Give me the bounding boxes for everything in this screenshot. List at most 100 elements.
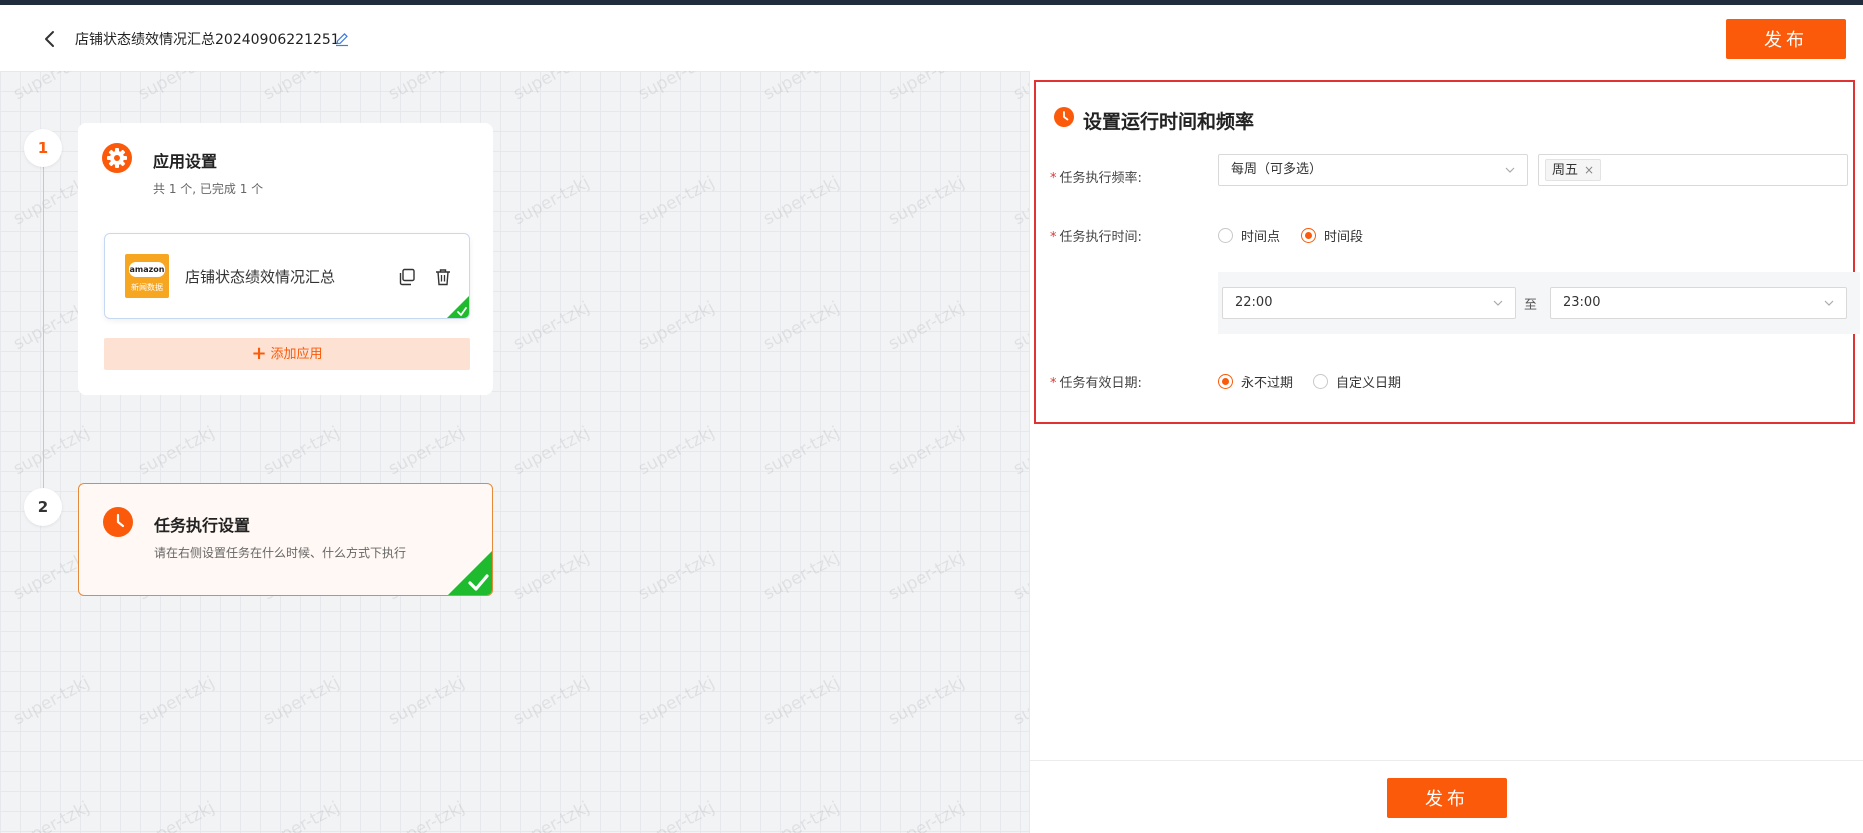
amazon-logo-subtext: 新闻数据 — [131, 283, 163, 292]
chevron-down-icon — [1505, 167, 1515, 173]
header: 店铺状态绩效情况汇总20240906221251 发布 — [0, 5, 1863, 71]
watermark-text: super-tzkj — [135, 797, 218, 833]
step-number-1: 1 — [24, 129, 62, 167]
step1-title: 应用设置 — [153, 152, 218, 171]
amazon-logo: amazon 新闻数据 — [125, 254, 169, 298]
completed-check-icon — [447, 296, 469, 318]
publish-button-bottom[interactable]: 发布 — [1387, 778, 1507, 818]
copy-icon[interactable] — [397, 267, 417, 287]
watermark-text: super-tzkj — [510, 422, 593, 480]
watermark-text: super-tzkj — [635, 297, 718, 355]
watermark-text: super-tzkj — [885, 422, 968, 480]
back-arrow-icon[interactable] — [38, 27, 62, 51]
watermark-text: super-tzkj — [885, 172, 968, 230]
weekday-multiselect[interactable]: 周五 × — [1538, 154, 1848, 186]
settings-panel: 设置运行时间和频率 * 任务执行频率: 每周（可多选） 周五 × * 任务执行时间: … — [1029, 71, 1863, 833]
step-number-2: 2 — [24, 488, 62, 526]
workflow-canvas: super-tzkj super-tzkj super-tzkj super-tzkj… — [0, 71, 1029, 833]
start-time-select[interactable]: 22:00 — [1222, 287, 1516, 319]
watermark-text: super-tzkj — [760, 172, 843, 230]
clock-icon — [103, 507, 133, 537]
watermark-text: super-tzkj — [385, 71, 468, 105]
publish-button-top[interactable]: 发布 — [1726, 19, 1846, 59]
frequency-select[interactable]: 每周（可多选） — [1218, 154, 1528, 186]
valid-date-label: * 任务有效日期: — [1050, 376, 1142, 391]
completed-check-icon-large — [447, 550, 492, 595]
footer-divider — [1030, 760, 1863, 761]
gear-icon — [102, 143, 132, 173]
watermark-text: super-tzkj — [385, 672, 468, 730]
watermark-text: super-tzkj — [1010, 672, 1029, 730]
radio-dot — [1313, 374, 1328, 389]
watermark-text: super-tzkj — [1010, 297, 1029, 355]
end-time-value: 23:00 — [1563, 295, 1601, 310]
watermark-text: super-tzkj — [385, 422, 468, 480]
radio-never-expire[interactable]: 永不过期 — [1218, 372, 1293, 391]
radio-custom-date[interactable]: 自定义日期 — [1313, 372, 1401, 391]
watermark-text: super-tzkj — [510, 297, 593, 355]
watermark-text: super-tzkj — [1010, 172, 1029, 230]
watermark-text: super-tzkj — [635, 172, 718, 230]
watermark-text: super-tzkj — [260, 797, 343, 833]
chevron-down-icon — [1493, 300, 1503, 306]
radio-time-range[interactable]: 时间段 — [1301, 226, 1363, 245]
task-execution-card[interactable]: 任务执行设置 请在右侧设置任务在什么时候、什么方式下执行 — [78, 483, 493, 596]
watermark-text: super-tzkj — [510, 547, 593, 605]
radio-dot — [1218, 228, 1233, 243]
watermark-text: super-tzkj — [635, 672, 718, 730]
page-title: 店铺状态绩效情况汇总20240906221251 — [75, 32, 340, 48]
watermark-text: super-tzkj — [885, 547, 968, 605]
exec-time-label: * 任务执行时间: — [1050, 230, 1142, 245]
watermark-text: super-tzkj — [10, 422, 93, 480]
step2-subtitle: 请在右侧设置任务在什么时候、什么方式下执行 — [154, 546, 407, 560]
watermark-text: super-tzkj — [510, 672, 593, 730]
watermark-text: super-tzkj — [1010, 547, 1029, 605]
app-settings-card[interactable]: 应用设置 共 1 个, 已完成 1 个 amazon 新闻数据 店铺状态绩效情况… — [78, 123, 493, 395]
edit-pencil-icon[interactable] — [334, 31, 350, 47]
frequency-label: * 任务执行频率: — [1050, 171, 1142, 186]
watermark-text: super-tzkj — [260, 71, 343, 105]
watermark-text: super-tzkj — [510, 797, 593, 833]
watermark-text: super-tzkj — [1010, 422, 1029, 480]
app-item[interactable]: amazon 新闻数据 店铺状态绩效情况汇总 — [104, 233, 470, 319]
watermark-text: super-tzkj — [135, 422, 218, 480]
watermark-text: super-tzkj — [1010, 797, 1029, 833]
step1-subtitle: 共 1 个, 已完成 1 个 — [153, 182, 264, 196]
trash-icon[interactable] — [433, 267, 453, 287]
watermark-text: super-tzkj — [635, 71, 718, 105]
add-app-label: 添加应用 — [270, 347, 323, 362]
add-app-button[interactable]: + 添加应用 — [104, 338, 470, 370]
radio-dot — [1218, 374, 1233, 389]
watermark-text: super-tzkj — [10, 71, 93, 105]
watermark-text: super-tzkj — [635, 422, 718, 480]
end-time-select[interactable]: 23:00 — [1550, 287, 1847, 319]
frequency-select-value: 每周（可多选） — [1231, 162, 1323, 177]
watermark-text: super-tzkj — [135, 672, 218, 730]
watermark-text: super-tzkj — [635, 797, 718, 833]
watermark-text: super-tzkj — [135, 71, 218, 105]
section-title: 设置运行时间和频率 — [1083, 111, 1255, 133]
watermark-text: super-tzkj — [885, 797, 968, 833]
watermark-text: super-tzkj — [510, 71, 593, 105]
app-name: 店铺状态绩效情况汇总 — [185, 268, 336, 286]
watermark-text: super-tzkj — [885, 297, 968, 355]
watermark-text: super-tzkj — [760, 672, 843, 730]
watermark-text: super-tzkj — [10, 672, 93, 730]
plus-icon: + — [251, 343, 267, 364]
watermark-text: super-tzkj — [10, 797, 93, 833]
watermark-text: super-tzkj — [760, 71, 843, 105]
highlight-box: 设置运行时间和频率 * 任务执行频率: 每周（可多选） 周五 × * 任务执行时间: … — [1034, 80, 1860, 424]
watermark-text: super-tzkj — [760, 297, 843, 355]
chevron-down-icon — [1824, 300, 1834, 306]
radio-time-point[interactable]: 时间点 — [1218, 226, 1280, 245]
start-time-value: 22:00 — [1235, 295, 1273, 310]
clock-icon — [1054, 107, 1074, 127]
tag-close-icon[interactable]: × — [1584, 163, 1594, 177]
timeline-connector — [43, 162, 44, 492]
watermark-text: super-tzkj — [385, 797, 468, 833]
step2-title: 任务执行设置 — [154, 516, 251, 535]
amazon-logo-text: amazon — [129, 262, 165, 277]
watermark-text: super-tzkj — [760, 797, 843, 833]
watermark-text: super-tzkj — [885, 672, 968, 730]
radio-dot — [1301, 228, 1316, 243]
